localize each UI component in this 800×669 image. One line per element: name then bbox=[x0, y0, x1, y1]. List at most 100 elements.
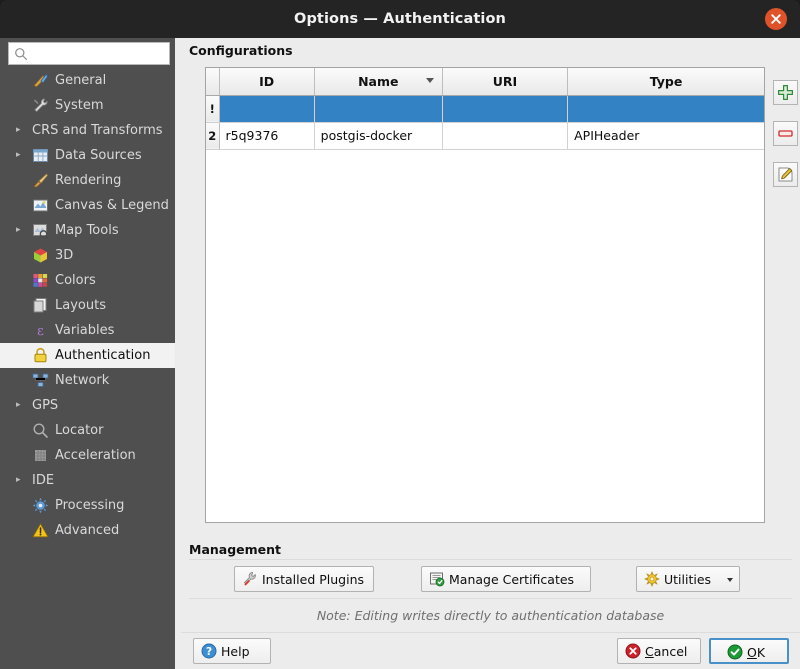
certificate-icon bbox=[429, 571, 445, 587]
sidebar-item-processing[interactable]: Processing bbox=[0, 493, 178, 518]
sort-descending-icon bbox=[426, 78, 434, 83]
sidebar-item-map-tools[interactable]: ▸ Map Tools bbox=[0, 218, 178, 243]
table-row[interactable]: ! bbox=[206, 95, 764, 122]
row-header[interactable]: ! bbox=[206, 95, 219, 122]
sidebar-item-network[interactable]: Network bbox=[0, 368, 178, 393]
cell-name[interactable]: postgis-docker bbox=[314, 122, 442, 149]
help-label: Help bbox=[221, 639, 250, 665]
sidebar-item-label: System bbox=[55, 93, 103, 118]
chevron-right-icon[interactable]: ▸ bbox=[16, 218, 26, 243]
sun-gear-icon bbox=[644, 571, 660, 587]
tools-icon bbox=[32, 72, 49, 89]
search-input[interactable] bbox=[33, 43, 169, 66]
sidebar-item-ide[interactable]: ▸ IDE bbox=[0, 468, 178, 493]
sidebar-item-variables[interactable]: ε Variables bbox=[0, 318, 178, 343]
sidebar-item-label: Variables bbox=[55, 318, 114, 343]
layouts-icon bbox=[32, 297, 49, 314]
cell-id[interactable]: r5q9376 bbox=[219, 122, 314, 149]
cancel-icon bbox=[625, 643, 641, 659]
sidebar-item-locator[interactable]: Locator bbox=[0, 418, 178, 443]
brush-icon bbox=[32, 172, 49, 189]
sidebar-item-label: CRS and Transforms bbox=[32, 118, 163, 143]
remove-config-button[interactable] bbox=[773, 121, 798, 146]
installed-plugins-label: Installed Plugins bbox=[262, 567, 364, 593]
column-header-type[interactable]: Type bbox=[568, 68, 764, 95]
gear-icon bbox=[32, 497, 49, 514]
sidebar-item-authentication[interactable]: Authentication bbox=[0, 343, 178, 368]
system-icon bbox=[32, 97, 49, 114]
sidebar-item-label: Authentication bbox=[55, 343, 150, 368]
sidebar-item-label: IDE bbox=[32, 468, 54, 493]
sidebar-item-colors[interactable]: Colors bbox=[0, 268, 178, 293]
wrench-icon bbox=[242, 571, 258, 587]
sidebar-item-rendering[interactable]: Rendering bbox=[0, 168, 178, 193]
sidebar-item-label: Processing bbox=[55, 493, 124, 518]
column-header-uri[interactable]: URI bbox=[442, 68, 567, 95]
sidebar-item-label: 3D bbox=[55, 243, 73, 268]
lock-icon bbox=[32, 347, 49, 364]
cell-name[interactable] bbox=[314, 95, 442, 122]
ok-button[interactable]: OK bbox=[709, 638, 789, 664]
ok-label-rest: K bbox=[757, 645, 765, 660]
row-header[interactable]: 2 bbox=[206, 122, 219, 149]
sidebar-item-label: Data Sources bbox=[55, 143, 142, 168]
sidebar-item-canvas-legend[interactable]: Canvas & Legend bbox=[0, 193, 178, 218]
sidebar-item-3d[interactable]: 3D bbox=[0, 243, 178, 268]
sidebar-item-data-sources[interactable]: ▸ Data Sources bbox=[0, 143, 178, 168]
cancel-label-rest: ancel bbox=[654, 644, 688, 659]
chevron-right-icon[interactable]: ▸ bbox=[16, 143, 26, 168]
sidebar-item-layouts[interactable]: Layouts bbox=[0, 293, 178, 318]
table-icon bbox=[32, 147, 49, 164]
network-icon bbox=[32, 372, 49, 389]
magnifier-icon bbox=[32, 422, 49, 439]
auth-database-note: Note: Editing writes directly to authent… bbox=[181, 608, 800, 623]
edit-config-button[interactable] bbox=[773, 162, 798, 187]
close-icon[interactable] bbox=[765, 8, 787, 30]
column-header-id[interactable]: ID bbox=[219, 68, 314, 95]
help-icon: ? bbox=[201, 643, 217, 659]
sidebar-item-label: Map Tools bbox=[55, 218, 119, 243]
add-config-button[interactable] bbox=[773, 80, 798, 105]
sidebar-item-general[interactable]: General bbox=[0, 68, 178, 93]
configurations-table: ID Name URI Type !2r5q9376postgis-docker… bbox=[206, 68, 764, 150]
warning-icon bbox=[32, 522, 49, 539]
maptools-icon bbox=[32, 222, 49, 239]
chevron-right-icon[interactable]: ▸ bbox=[16, 118, 26, 143]
table-corner-header[interactable] bbox=[206, 68, 219, 95]
sidebar-item-acceleration[interactable]: Acceleration bbox=[0, 443, 178, 468]
epsilon-icon: ε bbox=[32, 322, 49, 339]
sidebar-item-gps[interactable]: ▸GPS bbox=[0, 393, 178, 418]
cancel-button[interactable]: Cancel bbox=[617, 638, 701, 664]
help-button[interactable]: ? Help bbox=[193, 638, 271, 664]
search-box[interactable] bbox=[8, 42, 170, 65]
table-row[interactable]: 2r5q9376postgis-docker APIHeader bbox=[206, 122, 764, 149]
utilities-label: Utilities bbox=[664, 567, 711, 593]
svg-text:ε: ε bbox=[37, 324, 44, 339]
footer-separator bbox=[181, 632, 800, 633]
chevron-right-icon[interactable]: ▸ bbox=[16, 393, 26, 418]
manage-certificates-button[interactable]: Manage Certificates bbox=[421, 566, 591, 592]
sidebar-item-crs-and-transforms[interactable]: ▸CRS and Transforms bbox=[0, 118, 178, 143]
sidebar-item-advanced[interactable]: Advanced bbox=[0, 518, 178, 543]
svg-text:?: ? bbox=[206, 646, 212, 658]
sidebar-item-label: Canvas & Legend bbox=[55, 193, 169, 218]
sidebar-item-label: Rendering bbox=[55, 168, 121, 193]
sidebar-item-label: Locator bbox=[55, 418, 103, 443]
installed-plugins-button[interactable]: Installed Plugins bbox=[234, 566, 374, 592]
sidebar-item-system[interactable]: System bbox=[0, 93, 178, 118]
window-title: Options — Authentication bbox=[0, 0, 800, 38]
cell-type[interactable]: APIHeader bbox=[568, 122, 764, 149]
management-title: Management bbox=[189, 542, 281, 557]
cell-type[interactable] bbox=[568, 95, 764, 122]
utilities-button[interactable]: Utilities bbox=[636, 566, 740, 592]
chevron-right-icon[interactable]: ▸ bbox=[16, 468, 26, 493]
palette-icon bbox=[32, 272, 49, 289]
sidebar-nav: GeneralSystem▸CRS and Transforms▸Data So… bbox=[0, 68, 178, 669]
sidebar-item-label: Network bbox=[55, 368, 109, 393]
chevron-down-icon bbox=[727, 578, 733, 582]
cell-id[interactable] bbox=[219, 95, 314, 122]
sidebar-item-label: Colors bbox=[55, 268, 96, 293]
cell-uri[interactable] bbox=[442, 95, 567, 122]
cell-uri[interactable] bbox=[442, 122, 567, 149]
column-header-name[interactable]: Name bbox=[314, 68, 442, 95]
